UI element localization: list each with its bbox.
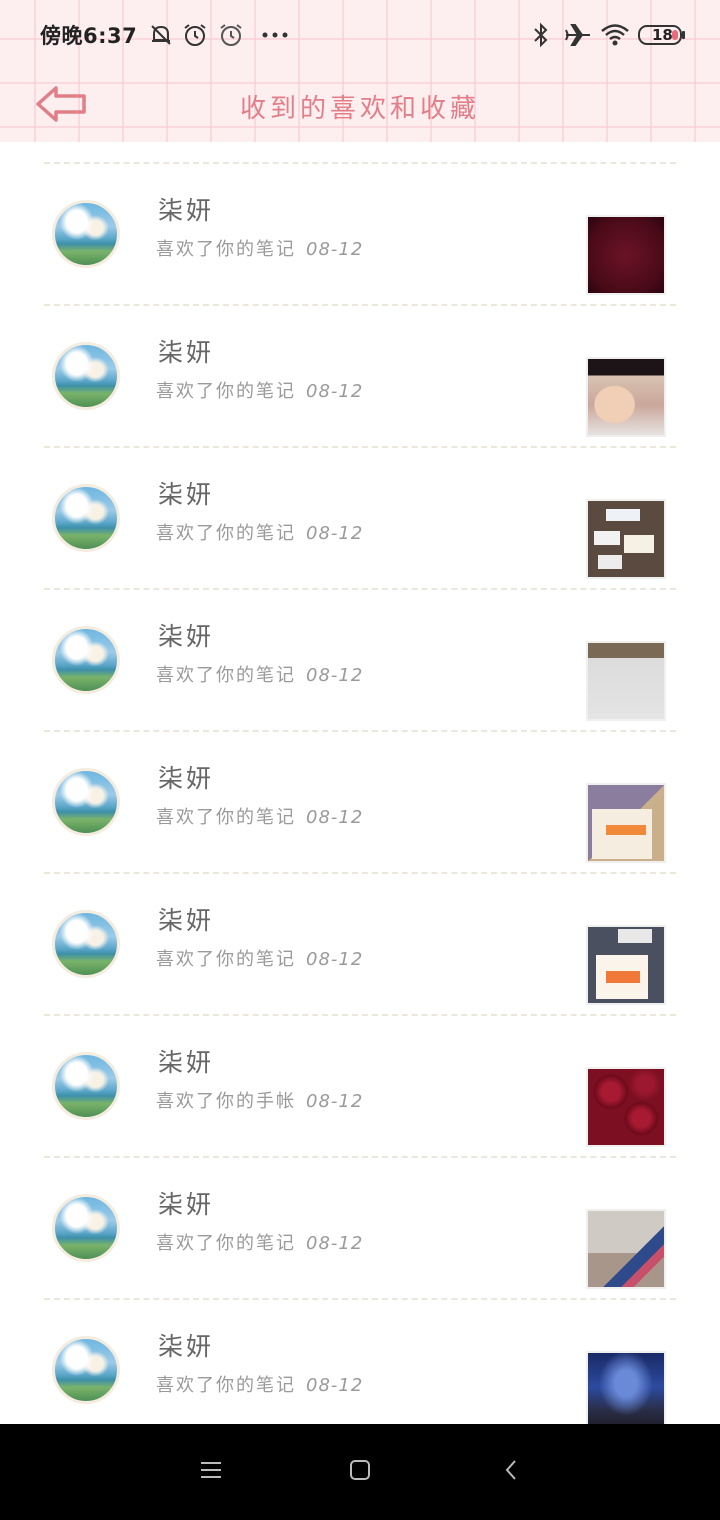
note-thumbnail[interactable] <box>586 1067 666 1147</box>
action-text: 喜欢了你的笔记 <box>156 381 296 402</box>
avatar[interactable] <box>52 626 120 694</box>
item-desc: 喜欢了你的笔记 08-12 <box>156 377 363 403</box>
user-name[interactable]: 柒妍 <box>158 759 214 795</box>
action-text: 喜欢了你的笔记 <box>156 1375 296 1396</box>
avatar[interactable] <box>52 200 120 268</box>
status-bar: 傍晚6:37 18 <box>0 0 720 70</box>
airplane-icon <box>565 24 590 46</box>
avatar[interactable] <box>52 1052 120 1120</box>
user-name[interactable]: 柒妍 <box>158 1185 214 1221</box>
system-nav-bar <box>0 1424 720 1520</box>
note-thumbnail[interactable] <box>586 783 666 863</box>
avatar[interactable] <box>52 910 120 978</box>
top-bar: 傍晚6:37 18 收到的喜欢和收藏 <box>0 0 720 142</box>
item-desc: 喜欢了你的笔记 08-12 <box>156 803 363 829</box>
item-date: 08-12 <box>306 523 364 544</box>
wifi-icon <box>601 24 629 46</box>
list-item[interactable]: 柒妍 喜欢了你的笔记 08-12 <box>0 731 720 873</box>
list-item[interactable]: 柒妍 喜欢了你的笔记 08-12 <box>0 589 720 731</box>
item-desc: 喜欢了你的笔记 08-12 <box>156 1229 363 1255</box>
action-text: 喜欢了你的笔记 <box>156 523 296 544</box>
item-desc: 喜欢了你的笔记 08-12 <box>156 519 363 545</box>
list-item[interactable]: 柒妍 喜欢了你的笔记 08-12 <box>0 1299 720 1441</box>
bluetooth-icon <box>534 22 548 48</box>
list-item[interactable]: 柒妍 喜欢了你的笔记 08-12 <box>0 447 720 589</box>
item-desc: 喜欢了你的笔记 08-12 <box>156 1371 363 1397</box>
back-icon[interactable] <box>500 1458 524 1482</box>
mute-icon <box>151 25 171 45</box>
note-thumbnail[interactable] <box>586 499 666 579</box>
avatar[interactable] <box>52 1194 120 1262</box>
item-date: 08-12 <box>306 949 364 970</box>
battery-level: 18 <box>652 26 673 44</box>
user-name[interactable]: 柒妍 <box>158 333 214 369</box>
avatar[interactable] <box>52 1336 120 1404</box>
alarm-icon <box>184 24 206 46</box>
more-icon <box>262 32 288 38</box>
home-icon[interactable] <box>348 1458 372 1482</box>
list-item[interactable]: 柒妍 喜欢了你的笔记 08-12 <box>0 305 720 447</box>
note-thumbnail[interactable] <box>586 215 666 295</box>
action-text: 喜欢了你的笔记 <box>156 665 296 686</box>
user-name[interactable]: 柒妍 <box>158 617 214 653</box>
user-name[interactable]: 柒妍 <box>158 901 214 937</box>
header: 收到的喜欢和收藏 <box>0 70 720 142</box>
page-title: 收到的喜欢和收藏 <box>239 94 480 124</box>
item-date: 08-12 <box>306 807 364 828</box>
item-date: 08-12 <box>306 1233 364 1254</box>
item-desc: 喜欢了你的笔记 08-12 <box>156 235 363 261</box>
action-text: 喜欢了你的笔记 <box>156 239 296 260</box>
item-desc: 喜欢了你的笔记 08-12 <box>156 945 363 971</box>
action-text: 喜欢了你的笔记 <box>156 807 296 828</box>
note-thumbnail[interactable] <box>586 1351 666 1431</box>
item-desc: 喜欢了你的手帐 08-12 <box>156 1087 363 1113</box>
user-name[interactable]: 柒妍 <box>158 191 214 227</box>
avatar[interactable] <box>52 342 120 410</box>
avatar[interactable] <box>52 768 120 836</box>
note-thumbnail[interactable] <box>586 641 666 721</box>
action-text: 喜欢了你的笔记 <box>156 1233 296 1254</box>
note-thumbnail[interactable] <box>586 925 666 1005</box>
item-date: 08-12 <box>306 665 364 686</box>
list-item[interactable]: 柒妍 喜欢了你的笔记 08-12 <box>0 873 720 1015</box>
avatar[interactable] <box>52 484 120 552</box>
list-item[interactable]: 柒妍 喜欢了你的笔记 08-12 <box>0 1157 720 1299</box>
list-item[interactable]: 柒妍 喜欢了你的笔记 08-12 <box>0 163 720 305</box>
item-date: 08-12 <box>306 239 364 260</box>
item-desc: 喜欢了你的笔记 08-12 <box>156 661 363 687</box>
note-thumbnail[interactable] <box>586 357 666 437</box>
status-time: 傍晚6:37 <box>40 24 138 48</box>
user-name[interactable]: 柒妍 <box>158 1327 214 1363</box>
note-thumbnail[interactable] <box>586 1209 666 1289</box>
alarm-icon <box>220 24 242 46</box>
action-text: 喜欢了你的手帐 <box>156 1091 296 1112</box>
user-name[interactable]: 柒妍 <box>158 475 214 511</box>
item-date: 08-12 <box>306 1375 364 1396</box>
item-date: 08-12 <box>306 381 364 402</box>
user-name[interactable]: 柒妍 <box>158 1043 214 1079</box>
action-text: 喜欢了你的笔记 <box>156 949 296 970</box>
list-item[interactable]: 柒妍 喜欢了你的手帐 08-12 <box>0 1015 720 1157</box>
menu-icon[interactable] <box>199 1458 223 1482</box>
item-date: 08-12 <box>306 1091 364 1112</box>
